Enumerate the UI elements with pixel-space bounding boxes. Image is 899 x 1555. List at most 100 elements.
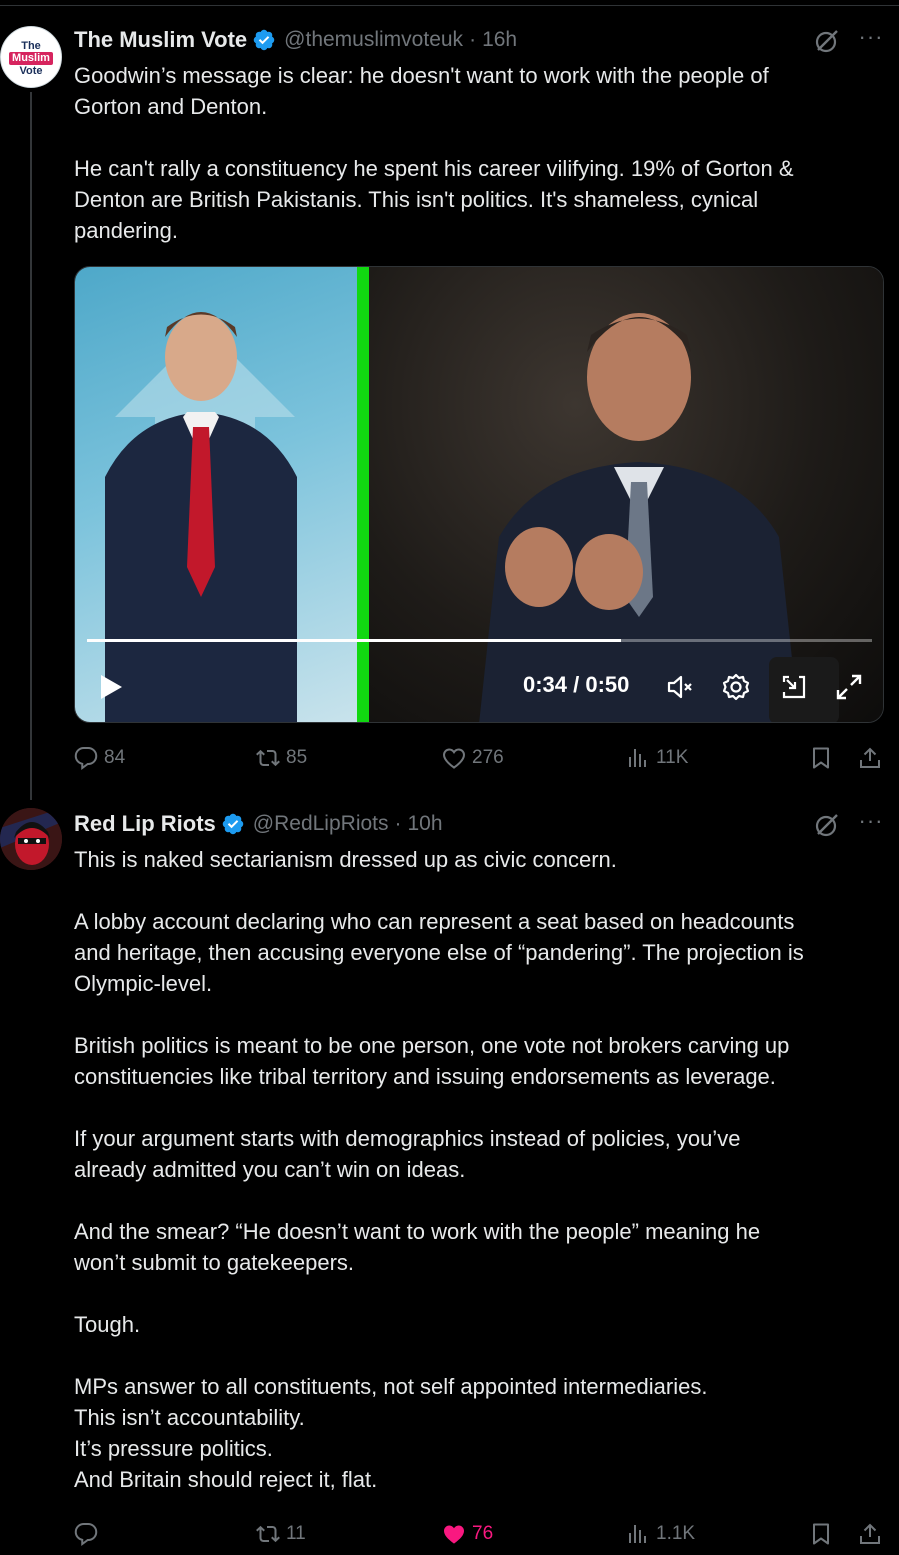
reply-count: 84	[104, 747, 126, 768]
video-player[interactable]: 0:34 / 0:50	[74, 266, 884, 723]
video-progress-track[interactable]	[87, 639, 872, 642]
tweet-timestamp[interactable]: 16h	[482, 28, 517, 52]
tweet-parent[interactable]: The Muslim Vote The Muslim Vote @themusl…	[0, 0, 899, 800]
avatar-image	[0, 808, 62, 870]
repost-count: 11	[286, 1523, 306, 1544]
tweet-text-line: And Britain should reject it, flat.	[74, 1467, 378, 1492]
like-button[interactable]: 76	[442, 1518, 493, 1550]
reply-icon	[74, 1523, 98, 1546]
tweet-timestamp[interactable]: 10h	[408, 812, 443, 836]
repost-count: 85	[286, 747, 308, 768]
like-button[interactable]: 276	[442, 742, 504, 774]
avatar-logo-text: Vote	[19, 64, 43, 77]
tweet-text-line: constituencies like tribal territory and…	[74, 1064, 776, 1089]
share-icon	[860, 747, 880, 768]
tweet-text-line: It’s pressure politics.	[74, 1436, 273, 1461]
verified-badge-icon	[222, 813, 244, 835]
views-button[interactable]: 1.1K	[626, 1518, 695, 1550]
tweet-text-line: and heritage, then accusing everyone els…	[74, 940, 804, 965]
reply-button[interactable]	[74, 1518, 104, 1550]
tweet-text-line: Gorton and Denton.	[74, 94, 268, 119]
play-icon[interactable]	[97, 672, 125, 702]
author-handle[interactable]: @themuslimvoteuk	[284, 28, 463, 52]
tweet-text-line: Denton are British Pakistanis. This isn'…	[74, 187, 759, 212]
bookmark-icon	[813, 747, 829, 769]
tweet-text-line: Tough.	[74, 1312, 141, 1337]
interviewee-illustration	[479, 313, 839, 722]
tweet-text-line: won’t submit to gatekeepers.	[74, 1250, 355, 1275]
like-icon	[444, 1525, 464, 1544]
repost-button[interactable]: 11	[256, 1518, 306, 1550]
tweet-reply[interactable]: Red Lip Riots @RedLipRiots · 10h ··· Thi…	[0, 790, 899, 1555]
tweet-text: Goodwin’s message is clear: he doesn't w…	[74, 60, 884, 246]
view-count: 1.1K	[656, 1523, 696, 1544]
video-progress-fill	[87, 639, 621, 642]
mute-icon[interactable]	[665, 672, 695, 702]
author-name[interactable]: Red Lip Riots	[74, 811, 216, 837]
avatar-logo: The Muslim Vote	[6, 33, 56, 83]
grok-icon[interactable]	[813, 27, 841, 55]
tweet-text-line: If your argument starts with demographic…	[74, 1126, 741, 1151]
video-frame-left	[75, 267, 357, 722]
more-icon[interactable]: ···	[857, 26, 885, 55]
author-handle[interactable]: @RedLipRiots	[253, 812, 389, 836]
tweet-actions: 84 85 276 11K	[74, 742, 886, 774]
thread-connector-line	[30, 92, 32, 800]
tweet-text-line: And the smear? “He doesn’t want to work …	[74, 1219, 761, 1244]
bookmark-icon	[813, 1523, 829, 1545]
fullscreen-icon[interactable]	[834, 672, 864, 702]
share-button[interactable]	[858, 1518, 888, 1550]
avatar-logo-text: The	[21, 39, 41, 52]
video-time: 0:34 / 0:50	[523, 672, 630, 697]
author-avatar[interactable]: The Muslim Vote	[0, 26, 62, 88]
tweet-text-line: MPs answer to all constituents, not self…	[74, 1374, 708, 1399]
reply-button[interactable]: 84	[74, 742, 125, 774]
tweet-header: The Muslim Vote @themuslimvoteuk · 16h	[74, 25, 517, 55]
avatar-logo-text: Muslim	[9, 51, 53, 65]
author-name[interactable]: The Muslim Vote	[74, 27, 247, 53]
tweet-text: This is naked sectarianism dressed up as…	[74, 844, 884, 1495]
share-button[interactable]	[858, 742, 888, 774]
tweet-text-line: already admitted you can’t win on ideas.	[74, 1157, 466, 1182]
tweet-text-line: British politics is meant to be one pers…	[74, 1033, 790, 1058]
views-button[interactable]: 11K	[626, 742, 688, 774]
grok-icon[interactable]	[813, 811, 841, 839]
tweet-text-line: A lobby account declaring who can repres…	[74, 909, 795, 934]
tweet-text-line: Olympic-level.	[74, 971, 213, 996]
author-avatar[interactable]	[0, 808, 62, 870]
bookmark-button[interactable]	[809, 742, 839, 774]
tweet-text-line: This is naked sectarianism dressed up as…	[74, 847, 617, 872]
tweet-text-line: Goodwin’s message is clear: he doesn't w…	[74, 63, 769, 88]
like-count: 276	[472, 747, 504, 768]
tweet-text-line: This isn’t accountability.	[74, 1405, 305, 1430]
settings-icon[interactable]	[721, 672, 751, 702]
repost-button[interactable]: 85	[256, 742, 307, 774]
repost-icon	[256, 749, 280, 767]
views-icon	[629, 749, 646, 767]
separator-dot: ·	[469, 28, 477, 51]
tweet-text-line: He can't rally a constituency he spent h…	[74, 156, 794, 181]
reply-icon	[74, 747, 98, 770]
tweet-text-line: pandering.	[74, 218, 178, 243]
repost-icon	[256, 1525, 280, 1543]
views-icon	[629, 1525, 646, 1543]
separator-dot: ·	[394, 812, 402, 835]
video-divider-bar	[357, 267, 369, 722]
video-frame-right	[369, 267, 883, 722]
like-icon	[442, 748, 466, 769]
share-icon	[860, 1523, 880, 1544]
bookmark-button[interactable]	[809, 1518, 839, 1550]
view-count: 11K	[656, 747, 689, 768]
tweet-actions: 11 76 1.1K	[74, 1518, 886, 1550]
presenter-illustration	[105, 312, 297, 722]
verified-badge-icon	[253, 29, 275, 51]
pip-icon[interactable]	[779, 672, 809, 702]
like-count: 76	[472, 1523, 494, 1544]
more-icon[interactable]: ···	[857, 810, 885, 839]
